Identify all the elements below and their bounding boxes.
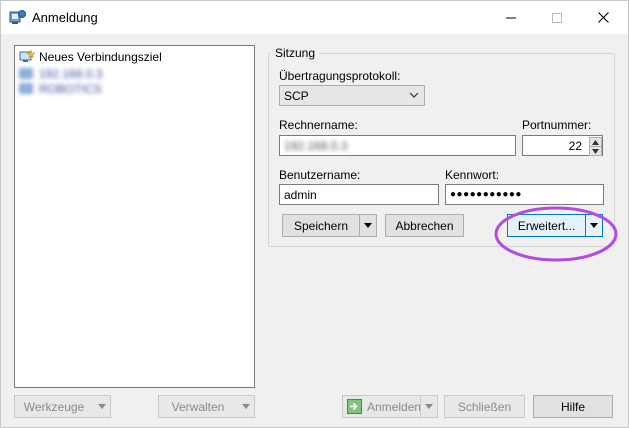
dropdown-arrow-icon (590, 223, 598, 228)
save-button-label: Speichern (293, 218, 349, 233)
username-label: Benutzername: (279, 168, 361, 182)
host-input[interactable]: 192.168.0.3 (279, 135, 516, 156)
stepper-down-icon[interactable] (589, 146, 602, 156)
protocol-select[interactable]: SCP (279, 85, 425, 106)
title-bar[interactable]: Anmeldung (1, 1, 628, 34)
tree-item-saved-site[interactable]: 192.168.0.3 (19, 66, 102, 82)
window-title: Anmeldung (32, 10, 98, 25)
close-button[interactable] (580, 1, 626, 34)
minimize-button[interactable] (488, 1, 534, 34)
protocol-value: SCP (284, 88, 309, 103)
save-button[interactable]: Speichern (282, 214, 377, 237)
dropdown-arrow-icon (425, 404, 433, 409)
login-icon (347, 399, 362, 414)
cancel-button[interactable]: Abbrechen (385, 214, 464, 237)
manage-button[interactable]: Verwalten (158, 395, 255, 418)
help-button[interactable]: Hilfe (533, 395, 613, 418)
tree-item-label: Neues Verbindungsziel (39, 50, 162, 64)
close-icon (597, 12, 609, 23)
advanced-button[interactable]: Erweitert... (507, 214, 603, 237)
login-button-label: Anmelden (367, 399, 422, 414)
saved-site-icon (19, 83, 33, 94)
username-input[interactable]: admin (279, 184, 439, 205)
close-dialog-button-label: Schließen (457, 399, 512, 414)
manage-dropdown-arrow[interactable] (237, 396, 254, 417)
tree-item-label: ROBOTICS (39, 82, 102, 96)
new-site-icon (19, 50, 35, 62)
tree-item-new-site[interactable]: Neues Verbindungsziel (19, 49, 162, 65)
dropdown-arrow-icon (364, 223, 372, 228)
dropdown-arrow-icon (97, 404, 106, 409)
advanced-button-label: Erweitert... (517, 218, 576, 233)
username-value: admin (284, 187, 317, 202)
site-tree[interactable]: Neues Verbindungsziel 192.168.0.3 ROBOTI… (14, 45, 255, 388)
saved-site-icon (19, 68, 33, 79)
tree-item-saved-site[interactable]: ROBOTICS (19, 81, 102, 97)
close-dialog-button[interactable]: Schließen (444, 395, 525, 418)
port-stepper[interactable] (577, 136, 603, 157)
cancel-button-label: Abbrechen (395, 218, 454, 233)
port-label: Portnummer: (522, 118, 592, 132)
minimize-icon (506, 17, 516, 18)
login-dialog: Anmeldung Neues Verbindungsziel 192.168.… (0, 0, 629, 428)
tools-dropdown-arrow[interactable] (93, 396, 110, 417)
winscp-app-icon (9, 8, 27, 26)
session-group-title: Sitzung (271, 46, 320, 60)
tree-item-label: 192.168.0.3 (39, 67, 103, 81)
host-label: Rechnername: (279, 118, 358, 132)
advanced-dropdown-arrow[interactable] (585, 215, 602, 236)
maximize-icon (552, 12, 562, 23)
protocol-label: Übertragungsprotokoll: (279, 69, 401, 83)
save-dropdown-arrow[interactable] (359, 215, 376, 236)
tools-button-label: Werkzeuge (23, 399, 85, 414)
login-button[interactable]: Anmelden (342, 395, 438, 418)
dropdown-arrow-icon (241, 404, 250, 409)
help-button-label: Hilfe (560, 399, 585, 414)
maximize-button (534, 1, 580, 34)
password-input[interactable]: ●●●●●●●●●●● (445, 184, 604, 205)
login-dropdown-arrow[interactable] (420, 396, 437, 417)
password-value: ●●●●●●●●●●● (450, 189, 522, 200)
host-value: 192.168.0.3 (284, 138, 348, 153)
password-label: Kennwort: (445, 168, 500, 182)
manage-button-label: Verwalten (171, 399, 225, 414)
tools-button[interactable]: Werkzeuge (14, 395, 111, 418)
chevron-down-icon (408, 89, 420, 104)
